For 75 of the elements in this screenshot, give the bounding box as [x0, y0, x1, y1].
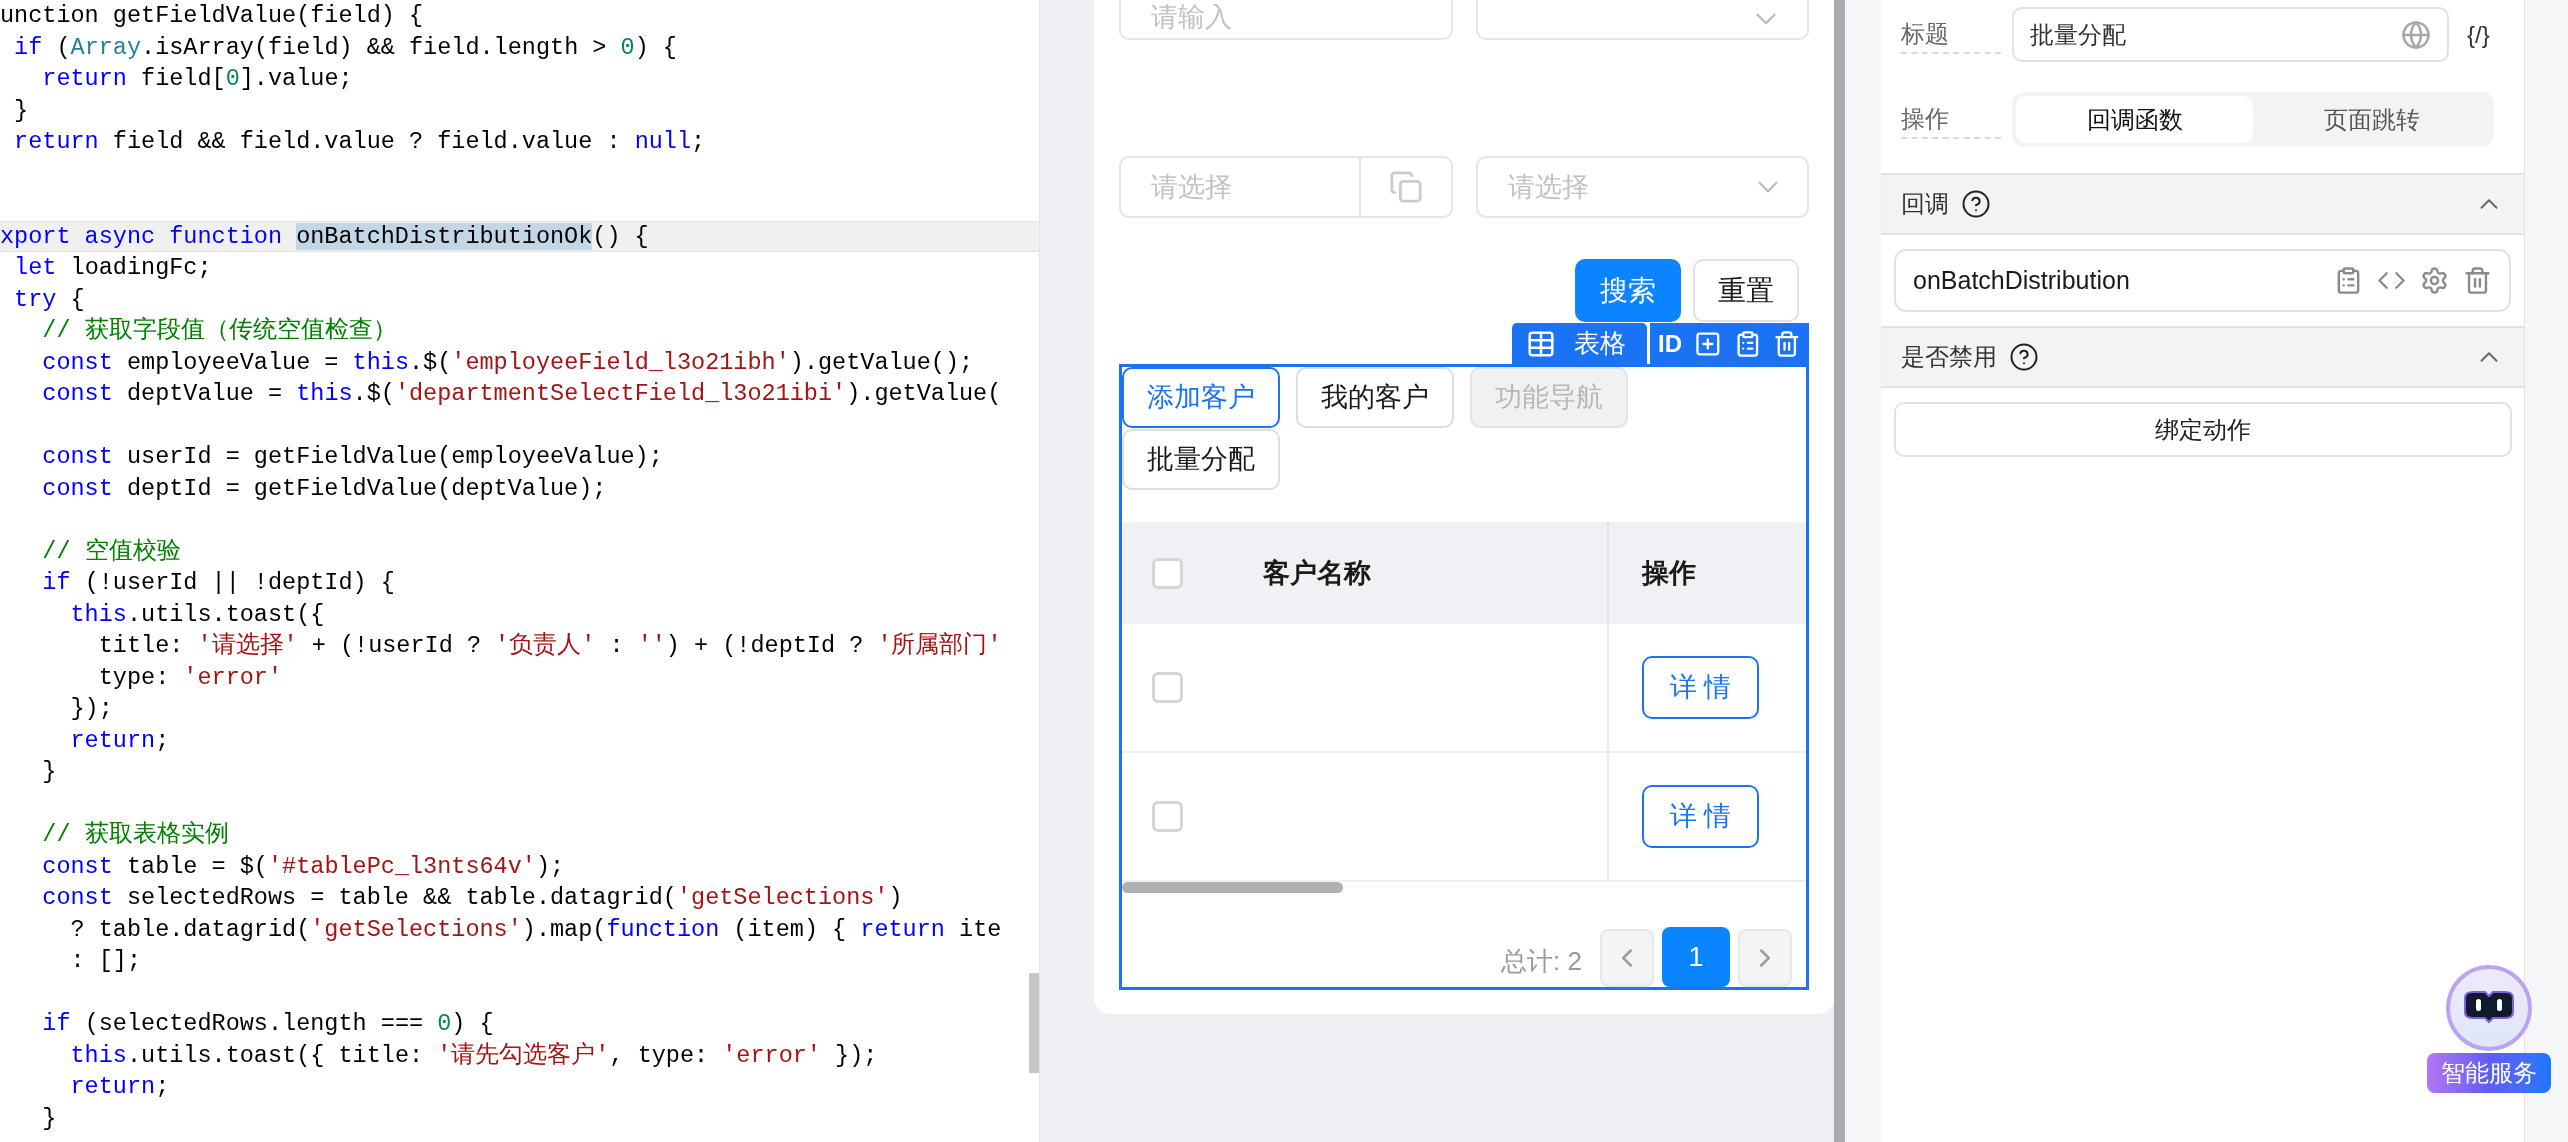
- section-header[interactable]: 是否禁用: [1881, 326, 2524, 388]
- code-line: ? table.datagrid('getSelections').map(function (item) { return ite: [70, 915, 1002, 943]
- expression-toggle[interactable]: {/}: [2467, 16, 2490, 53]
- field-label: 标题: [1901, 15, 2001, 54]
- section-header[interactable]: 回调: [1881, 173, 2524, 235]
- code-line: return;: [70, 726, 170, 754]
- code-line: const employeeValue = this.$('employeeField_l3o21ibh').getValue();: [42, 348, 974, 376]
- component-tag-label: 表格: [1574, 327, 1626, 360]
- toolbar-button[interactable]: 我的客户: [1296, 367, 1454, 428]
- toolbar-button[interactable]: 添加客户: [1122, 367, 1280, 428]
- detail-button[interactable]: 详 情: [1642, 785, 1759, 848]
- callback-item[interactable]: onBatchDistribution: [1894, 249, 2511, 312]
- bind-action-button[interactable]: 绑定动作: [1894, 402, 2512, 457]
- picker-field[interactable]: 请选择: [1119, 156, 1361, 218]
- text-input-field[interactable]: 请输入: [1119, 0, 1453, 40]
- delete-icon[interactable]: [2463, 266, 2492, 295]
- code-line: });: [70, 695, 113, 722]
- code-line: if (Array.isArray(field) && field.length > 0) {: [14, 33, 677, 61]
- code-line: return field && field.value ? field.value : null;: [14, 128, 706, 155]
- code-line: // 空值校验: [42, 537, 181, 565]
- code-line: this.utils.toast({ title: '请先勾选客户', type: 'error' });: [70, 1041, 878, 1069]
- code-line: xport async function onBatchDistributionOk() {: [0, 222, 649, 250]
- code-line: type: 'error': [98, 663, 283, 691]
- section-title: 是否禁用: [1901, 342, 1997, 372]
- copy-icon: [1388, 170, 1423, 204]
- code-line: const userId = getFieldValue(employeeValue);: [42, 443, 663, 470]
- search-button[interactable]: 搜索: [1575, 259, 1681, 322]
- select-field[interactable]: [1475, 0, 1809, 40]
- code-line: : [];: [70, 947, 142, 974]
- code-line: unction getFieldValue(field) {: [0, 2, 424, 29]
- toolbar-button[interactable]: 批量分配: [1122, 429, 1280, 490]
- globe-icon[interactable]: [2401, 19, 2431, 50]
- horizontal-scrollbar-thumb[interactable]: [1122, 882, 1343, 893]
- code-line: if (!userId || !deptId) {: [42, 569, 395, 596]
- delete-icon[interactable]: [1773, 329, 1801, 358]
- id-label[interactable]: ID: [1658, 325, 1682, 362]
- segment-option[interactable]: 页面跳转: [2253, 96, 2490, 143]
- title-input-field[interactable]: 批量分配: [2012, 7, 2449, 62]
- code-line: }: [14, 96, 29, 124]
- add-icon[interactable]: [1694, 329, 1722, 358]
- help-icon[interactable]: [2009, 342, 2039, 372]
- settings-icon[interactable]: [2420, 266, 2449, 295]
- help-icon[interactable]: [1961, 189, 1991, 219]
- field-label: 操作: [1901, 100, 2001, 139]
- code-line: const deptId = getFieldValue(deptValue);: [42, 474, 607, 502]
- assistant-badge[interactable]: 智能服务: [2427, 1053, 2551, 1093]
- checkbox[interactable]: [1152, 557, 1183, 589]
- code-line: title: '请选择' + (!userId ? '负责人' : '') + (!deptId ? '所属部门': [98, 632, 1002, 659]
- code-line: return field[0].value;: [42, 65, 353, 92]
- page-button[interactable]: 1: [1662, 927, 1730, 987]
- code-line: const selectedRows = table && table.datagrid('getSelections'): [42, 884, 903, 911]
- checkbox[interactable]: [1152, 672, 1183, 703]
- select-field[interactable]: 请选择: [1475, 156, 1809, 218]
- code-line: const table = $('#tablePc_l3nts64v');: [42, 852, 565, 880]
- component-tag[interactable]: 表格: [1512, 323, 1647, 364]
- detail-button[interactable]: 详 情: [1642, 656, 1759, 719]
- robot-avatar-icon[interactable]: [2445, 964, 2533, 1052]
- code-line: let loadingFc;: [14, 254, 212, 281]
- scrollbar-thumb[interactable]: [1029, 973, 1039, 1073]
- code-line: this.utils.toast({: [70, 600, 325, 628]
- total-count: 总计: 2: [1501, 945, 1582, 978]
- column-header: 客户名称: [1263, 556, 1371, 590]
- code-line: // 获取表格实例: [42, 821, 229, 848]
- segment-option[interactable]: 回调函数: [2016, 96, 2253, 143]
- reset-button[interactable]: 重置: [1693, 259, 1799, 322]
- section-title: 回调: [1901, 189, 1949, 219]
- column-header: 操作: [1642, 556, 1696, 590]
- code-line: }: [42, 1104, 57, 1132]
- code-line: const deptValue = this.$('departmentSelectField_l3o21ibi').getValue(: [42, 380, 1002, 407]
- code-line: return;: [70, 1073, 170, 1100]
- code-line: }: [42, 758, 57, 785]
- checkbox[interactable]: [1152, 801, 1183, 832]
- code-line: try {: [14, 285, 85, 313]
- code-line: // 获取字段值（传统空值检查）: [42, 317, 397, 344]
- code-line: if (selectedRows.length === 0) {: [42, 1010, 494, 1037]
